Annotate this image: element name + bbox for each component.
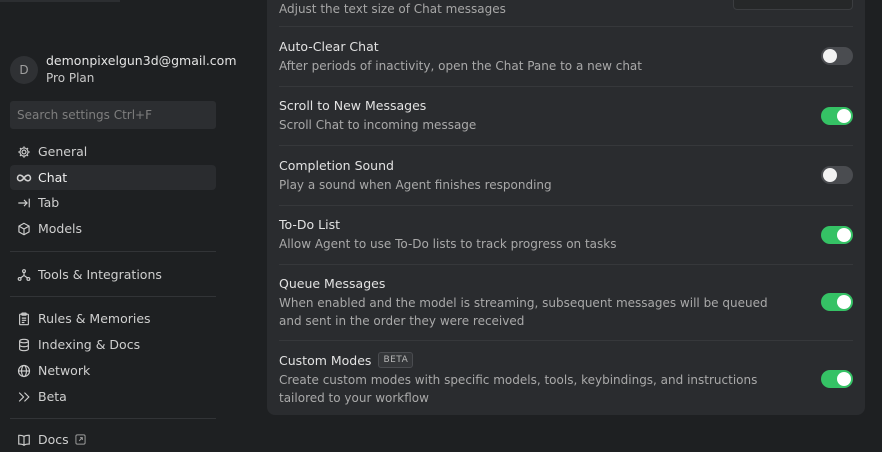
setting-todo-list: To-Do List Allow Agent to use To-Do list… [279, 217, 853, 253]
avatar: D [10, 56, 38, 84]
external-link-icon [75, 434, 86, 445]
double-chevron-icon [16, 389, 32, 405]
account-info: D demonpixelgun3d@gmail.com Pro Plan [10, 52, 237, 88]
book-icon [16, 432, 32, 448]
setting-description: Create custom modes with specific models… [279, 373, 758, 405]
search-input[interactable] [10, 101, 216, 129]
setting-description: After periods of inactivity, open the Ch… [279, 59, 642, 73]
sidebar-item-models[interactable]: Models [10, 216, 216, 241]
sidebar-item-tools-integrations[interactable]: Tools & Integrations [10, 262, 216, 287]
sidebar-item-tab[interactable]: Tab [10, 190, 216, 215]
sidebar-item-label: Tab [38, 195, 60, 210]
row-divider [279, 340, 853, 341]
setting-title: Scroll to New Messages [279, 98, 427, 113]
sidebar-item-label: Beta [38, 389, 67, 404]
row-divider [279, 205, 853, 206]
setting-description: Allow Agent to use To-Do lists to track … [279, 237, 617, 251]
sidebar-item-label: General [38, 144, 88, 159]
settings-sidebar: D demonpixelgun3d@gmail.com Pro Plan Gen… [0, 0, 237, 447]
sidebar-item-indexing-docs[interactable]: Indexing & Docs [10, 332, 216, 357]
sidebar-divider [10, 296, 216, 297]
setting-completion-sound: Completion Sound Play a sound when Agent… [279, 158, 853, 194]
cube-icon [16, 221, 32, 237]
setting-title-row: Custom Modes BETA [279, 352, 853, 368]
setting-title: Custom Modes [279, 352, 372, 368]
beta-badge: BETA [378, 352, 414, 368]
auto-clear-chat-toggle[interactable] [821, 47, 853, 65]
sidebar-item-docs[interactable]: Docs [10, 427, 216, 452]
setting-scroll-to-new-messages: Scroll to New Messages Scroll Chat to in… [279, 98, 853, 134]
clipboard-icon [16, 311, 32, 327]
setting-description: Scroll Chat to incoming message [279, 118, 477, 132]
queue-messages-toggle[interactable] [821, 293, 853, 311]
sidebar-item-label: Tools & Integrations [38, 267, 162, 282]
setting-title: To-Do List [279, 217, 340, 232]
sidebar-item-chat[interactable]: Chat [10, 165, 216, 190]
setting-custom-modes: Custom Modes BETA Create custom modes wi… [279, 352, 853, 407]
sidebar-item-label: Rules & Memories [38, 311, 151, 326]
row-divider [279, 86, 853, 87]
sidebar-divider [10, 251, 216, 252]
row-divider [279, 26, 853, 27]
database-icon [16, 337, 32, 353]
setting-title: Auto-Clear Chat [279, 39, 379, 54]
account-plan: Pro Plan [46, 71, 95, 85]
sidebar-item-beta[interactable]: Beta [10, 384, 216, 409]
infinity-icon [16, 170, 32, 186]
scroll-to-new-messages-toggle[interactable] [821, 107, 853, 125]
text-size-select[interactable] [733, 0, 853, 10]
sidebar-item-label: Chat [38, 170, 68, 185]
row-divider [279, 145, 853, 146]
setting-title: Completion Sound [279, 158, 394, 173]
globe-icon [16, 363, 32, 379]
sidebar-item-label: Models [38, 221, 83, 236]
sidebar-divider [10, 418, 216, 419]
gear-icon [16, 144, 32, 160]
sidebar-item-rules-memories[interactable]: Rules & Memories [10, 306, 216, 331]
text-size-description: Adjust the text size of Chat messages [279, 2, 506, 16]
nodes-icon [16, 267, 32, 283]
tab-arrow-icon [16, 195, 32, 211]
custom-modes-toggle[interactable] [821, 370, 853, 388]
setting-auto-clear-chat: Auto-Clear Chat After periods of inactiv… [279, 39, 853, 75]
completion-sound-toggle[interactable] [821, 166, 853, 184]
todo-list-toggle[interactable] [821, 226, 853, 244]
row-divider [279, 264, 853, 265]
setting-queue-messages: Queue Messages When enabled and the mode… [279, 276, 853, 330]
setting-title: Queue Messages [279, 276, 386, 291]
sidebar-item-label: Indexing & Docs [38, 337, 141, 352]
chat-settings-panel: Adjust the text size of Chat messages Au… [267, 0, 865, 415]
account-email: demonpixelgun3d@gmail.com [46, 53, 237, 68]
sidebar-item-general[interactable]: General [10, 139, 216, 164]
sidebar-item-label: Network [38, 363, 91, 378]
setting-description: Play a sound when Agent finishes respond… [279, 178, 552, 192]
sidebar-item-network[interactable]: Network [10, 358, 216, 383]
setting-description: When enabled and the model is streaming,… [279, 296, 768, 328]
